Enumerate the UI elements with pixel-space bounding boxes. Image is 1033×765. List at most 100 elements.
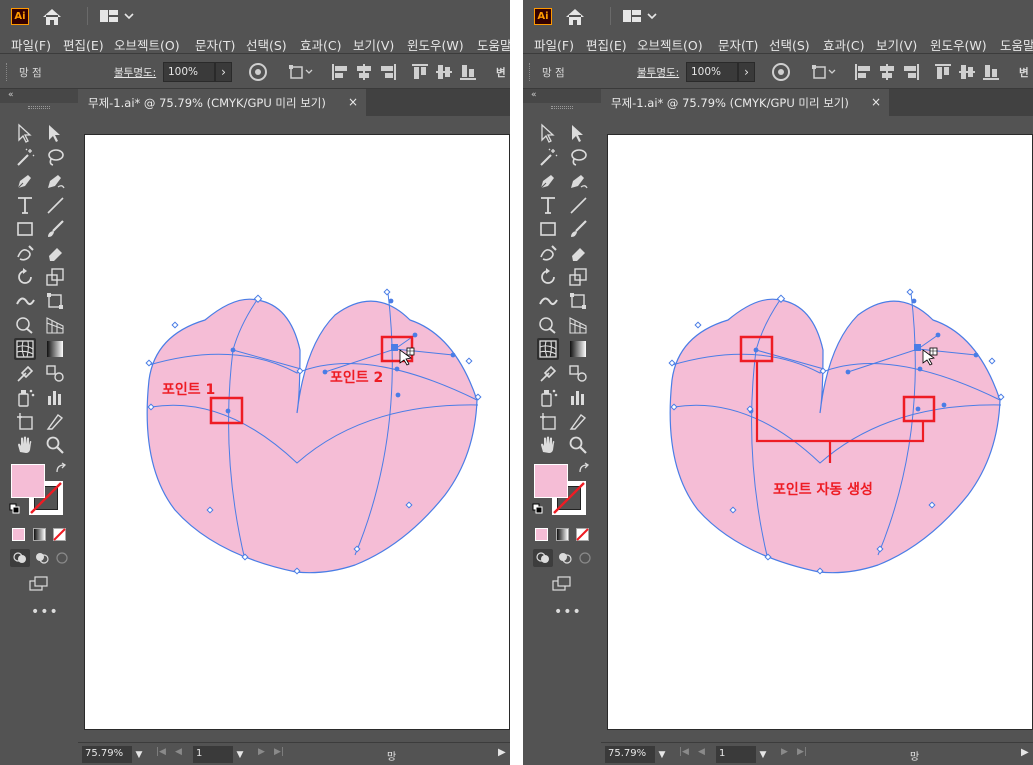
tools-panel-grip[interactable]	[28, 106, 50, 109]
width-tool[interactable]	[537, 290, 559, 312]
type-tool[interactable]	[14, 194, 36, 216]
column-graph-tool[interactable]	[44, 386, 66, 408]
magic-wand-tool[interactable]	[14, 146, 36, 168]
mesh-tool[interactable]	[14, 338, 36, 360]
swap-colors-icon[interactable]	[577, 462, 591, 476]
align-top-icon[interactable]	[933, 62, 953, 82]
status-menu-icon[interactable]: ▶	[1021, 747, 1029, 758]
first-artboard-icon[interactable]: |◀	[156, 747, 166, 757]
fill-swatch[interactable]	[534, 464, 568, 498]
menu-effect[interactable]: 효과(C)	[823, 35, 864, 54]
blend-tool[interactable]	[567, 362, 589, 384]
zoom-input[interactable]: 75.79%	[605, 746, 655, 763]
none-mode-button[interactable]	[576, 528, 589, 541]
eyedropper-tool[interactable]	[14, 362, 36, 384]
draw-inside-button[interactable]	[575, 549, 595, 567]
opacity-label[interactable]: 불투명도:	[114, 65, 156, 80]
shape-builder-tool[interactable]	[537, 314, 559, 336]
default-colors-icon[interactable]	[532, 503, 544, 515]
screen-mode-icon[interactable]	[551, 575, 573, 593]
artboard-number-input[interactable]: 1	[716, 746, 756, 763]
canvas-area[interactable]: 포인트 자동 생성	[601, 116, 1033, 742]
home-icon[interactable]	[563, 7, 587, 27]
paintbrush-tool[interactable]	[44, 218, 66, 240]
menu-help[interactable]: 도움말	[1000, 35, 1033, 54]
artboard-tool[interactable]	[537, 410, 559, 432]
rectangle-tool[interactable]	[537, 218, 559, 240]
heart-mesh-artwork[interactable]	[85, 135, 510, 731]
prev-artboard-icon[interactable]: ◀	[175, 747, 182, 757]
symbol-sprayer-tool[interactable]	[14, 386, 36, 408]
opacity-label[interactable]: 불투명도:	[637, 65, 679, 80]
menu-object[interactable]: 오브젝트(O)	[637, 35, 703, 54]
align-left-icon[interactable]	[853, 62, 873, 82]
artboard-tool[interactable]	[14, 410, 36, 432]
distribute-label[interactable]: 변	[496, 65, 506, 80]
lasso-tool[interactable]	[44, 146, 66, 168]
opacity-arrow-button[interactable]: ›	[215, 62, 232, 82]
draw-behind-button[interactable]	[555, 549, 575, 567]
gradient-tool[interactable]	[44, 338, 66, 360]
workspace-switcher-icon[interactable]	[621, 8, 659, 24]
free-transform-tool[interactable]	[44, 290, 66, 312]
artboard[interactable]: 포인트 1 포인트 2	[84, 134, 510, 730]
opacity-input[interactable]: 100%	[163, 62, 215, 82]
column-graph-tool[interactable]	[567, 386, 589, 408]
next-artboard-icon[interactable]: ▶	[258, 747, 265, 757]
perspective-grid-tool[interactable]	[44, 314, 66, 336]
eraser-tool[interactable]	[567, 242, 589, 264]
direct-selection-tool[interactable]	[567, 122, 589, 144]
curvature-tool[interactable]	[567, 170, 589, 192]
type-tool[interactable]	[537, 194, 559, 216]
direct-selection-tool[interactable]	[44, 122, 66, 144]
recolor-icon[interactable]	[771, 62, 791, 82]
menu-window[interactable]: 윈도우(W)	[930, 35, 987, 54]
draw-inside-button[interactable]	[52, 549, 72, 567]
transform-icon[interactable]	[811, 62, 837, 82]
shaper-tool[interactable]	[14, 242, 36, 264]
close-icon[interactable]: ×	[871, 95, 881, 109]
menu-window[interactable]: 윈도우(W)	[407, 35, 464, 54]
menu-view[interactable]: 보기(V)	[353, 35, 394, 54]
heart-mesh-artwork[interactable]	[608, 135, 1033, 731]
first-artboard-icon[interactable]: |◀	[679, 747, 689, 757]
align-right-icon[interactable]	[901, 62, 921, 82]
align-top-icon[interactable]	[410, 62, 430, 82]
draw-normal-button[interactable]	[533, 549, 553, 567]
width-tool[interactable]	[14, 290, 36, 312]
gradient-tool[interactable]	[567, 338, 589, 360]
align-bottom-icon[interactable]	[981, 62, 1001, 82]
color-mode-button[interactable]	[535, 528, 548, 541]
slice-tool[interactable]	[44, 410, 66, 432]
artboard-number-input[interactable]: 1	[193, 746, 233, 763]
zoom-tool[interactable]	[44, 434, 66, 456]
control-bar-grip[interactable]	[529, 63, 532, 81]
more-tools-icon[interactable]: •••	[554, 604, 582, 620]
align-middle-icon[interactable]	[957, 62, 977, 82]
prev-artboard-icon[interactable]: ◀	[698, 747, 705, 757]
align-middle-icon[interactable]	[434, 62, 454, 82]
curvature-tool[interactable]	[44, 170, 66, 192]
hand-tool[interactable]	[14, 434, 36, 456]
status-menu-icon[interactable]: ▶	[498, 747, 506, 758]
none-mode-button[interactable]	[53, 528, 66, 541]
blend-tool[interactable]	[44, 362, 66, 384]
artboard-dropdown-icon[interactable]: ▼	[756, 746, 770, 763]
menu-select[interactable]: 선택(S)	[769, 35, 810, 54]
pen-tool[interactable]	[537, 170, 559, 192]
distribute-label[interactable]: 변	[1019, 65, 1029, 80]
document-tab[interactable]: 무제-1.ai* @ 75.79% (CMYK/GPU 미리 보기) ×	[601, 89, 889, 116]
line-tool[interactable]	[567, 194, 589, 216]
document-tab[interactable]: 무제-1.ai* @ 75.79% (CMYK/GPU 미리 보기) ×	[78, 89, 366, 116]
gradient-mode-button[interactable]	[33, 528, 46, 541]
lasso-tool[interactable]	[567, 146, 589, 168]
collapse-icon[interactable]: «	[8, 90, 14, 100]
free-transform-tool[interactable]	[567, 290, 589, 312]
align-bottom-icon[interactable]	[458, 62, 478, 82]
align-left-icon[interactable]	[330, 62, 350, 82]
next-artboard-icon[interactable]: ▶	[781, 747, 788, 757]
slice-tool[interactable]	[567, 410, 589, 432]
default-colors-icon[interactable]	[9, 503, 21, 515]
eraser-tool[interactable]	[44, 242, 66, 264]
draw-behind-button[interactable]	[32, 549, 52, 567]
